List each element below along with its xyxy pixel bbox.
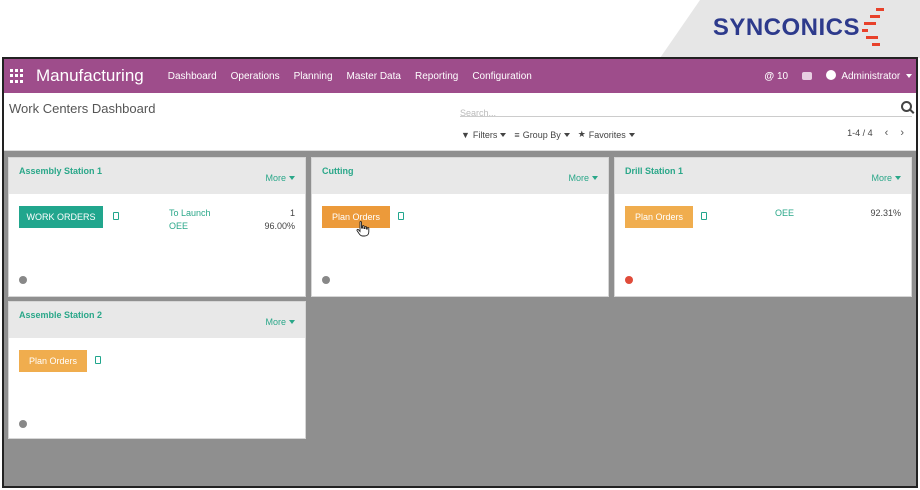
chevron-down-icon: [289, 320, 295, 324]
card-title: Assemble Station 2: [19, 310, 103, 320]
status-dot[interactable]: [19, 420, 27, 428]
menu-planning[interactable]: Planning: [294, 71, 333, 82]
card-title: Assembly Station 1: [19, 166, 103, 176]
favorites-label: Favorites: [588, 129, 626, 140]
plan-orders-button[interactable]: Plan Orders: [19, 350, 87, 372]
more-label: More: [265, 317, 286, 327]
brand-logo: SYNCONICS: [712, 14, 860, 41]
user-menu[interactable]: Administrator: [826, 70, 912, 82]
filter-icon: ▼: [461, 129, 470, 140]
at-icon: @: [764, 70, 775, 82]
control-panel: Work Centers Dashboard ▼ Filters ≡ Group…: [4, 93, 916, 151]
card-title: Drill Station 1: [625, 166, 684, 176]
card-header: Cutting More: [312, 158, 608, 194]
more-dropdown[interactable]: More: [265, 173, 295, 183]
status-dot[interactable]: [19, 276, 27, 284]
more-label: More: [871, 173, 892, 183]
work-center-card[interactable]: Assembly Station 1 More WORK ORDERS To L…: [8, 157, 306, 297]
brand-logo-mark-icon: [862, 8, 892, 52]
search-options: ▼ Filters ≡ Group By ★ Favorites: [461, 129, 643, 140]
brand-banner: SYNCONICS: [0, 0, 920, 58]
menu-reporting[interactable]: Reporting: [415, 71, 458, 82]
chevron-down-icon: [563, 132, 570, 137]
menu-operations[interactable]: Operations: [231, 71, 280, 82]
more-label: More: [568, 173, 589, 183]
card-header: Assembly Station 1 More: [9, 158, 305, 194]
plan-orders-button[interactable]: Plan Orders: [625, 206, 693, 228]
avatar: [826, 70, 837, 80]
search-input[interactable]: [460, 108, 880, 118]
star-icon: ★: [577, 129, 586, 139]
work-center-card[interactable]: Cutting More Plan Orders: [311, 157, 609, 297]
list-icon: ≡: [514, 129, 520, 140]
work-orders-button[interactable]: WORK ORDERS: [19, 206, 103, 228]
group-by-button[interactable]: ≡ Group By: [514, 129, 570, 140]
group-by-label: Group By: [522, 129, 561, 140]
filters-button[interactable]: ▼ Filters: [461, 129, 507, 140]
card-title: Cutting: [322, 166, 354, 176]
tablet-icon[interactable]: [701, 212, 707, 220]
app-title[interactable]: Manufacturing: [36, 66, 144, 86]
app-window: Manufacturing Dashboard Operations Plann…: [2, 57, 918, 488]
chevron-down-icon: [289, 176, 295, 180]
filters-label: Filters: [472, 129, 498, 140]
chat-icon[interactable]: [802, 72, 813, 80]
stat-oee-label[interactable]: OEE: [169, 221, 188, 231]
pager: 1-4 / 4 ‹ ›: [847, 127, 904, 139]
search-box: [460, 101, 912, 118]
stat-to-launch-label[interactable]: To Launch: [169, 208, 211, 218]
stat-oee-value: 96.00%: [264, 221, 295, 231]
work-center-card[interactable]: Assemble Station 2 More Plan Orders: [8, 301, 306, 439]
user-name: Administrator: [841, 71, 901, 82]
status-dot[interactable]: [322, 276, 330, 284]
notifications-button[interactable]: @ 10: [764, 71, 788, 82]
navbar-right: @ 10 Administrator: [750, 70, 912, 82]
more-dropdown[interactable]: More: [568, 173, 598, 183]
previous-page-icon[interactable]: ‹: [885, 127, 889, 139]
card-header: Assemble Station 2 More: [9, 302, 305, 338]
menu-master-data[interactable]: Master Data: [347, 71, 401, 82]
next-page-icon[interactable]: ›: [900, 127, 904, 139]
status-dot[interactable]: [625, 276, 633, 284]
search-icon[interactable]: [901, 101, 912, 112]
chevron-down-icon: [628, 132, 635, 137]
stat-oee-value: 92.31%: [870, 208, 901, 218]
main-menu: Dashboard Operations Planning Master Dat…: [168, 71, 546, 82]
tablet-icon[interactable]: [95, 356, 101, 364]
notification-count: 10: [776, 70, 789, 82]
breadcrumb: Work Centers Dashboard: [9, 101, 156, 116]
favorites-button[interactable]: ★ Favorites: [578, 129, 635, 140]
tablet-icon[interactable]: [113, 212, 119, 220]
tablet-icon[interactable]: [398, 212, 404, 220]
chevron-down-icon: [906, 74, 912, 78]
apps-grid-icon[interactable]: [10, 69, 24, 83]
more-dropdown[interactable]: More: [265, 317, 295, 327]
card-header: Drill Station 1 More: [615, 158, 911, 194]
chevron-down-icon: [895, 176, 901, 180]
more-label: More: [265, 173, 286, 183]
chevron-down-icon: [500, 132, 507, 137]
work-center-card[interactable]: Drill Station 1 More Plan Orders OEE 92.…: [614, 157, 912, 297]
menu-configuration[interactable]: Configuration: [472, 71, 531, 82]
menu-dashboard[interactable]: Dashboard: [168, 71, 217, 82]
more-dropdown[interactable]: More: [871, 173, 901, 183]
top-navbar: Manufacturing Dashboard Operations Plann…: [4, 59, 916, 93]
chevron-down-icon: [592, 176, 598, 180]
stat-oee-label[interactable]: OEE: [775, 208, 794, 218]
stat-to-launch-value: 1: [289, 208, 295, 218]
pager-value[interactable]: 1-4 / 4: [847, 128, 873, 138]
hand-cursor-icon: [356, 221, 370, 237]
